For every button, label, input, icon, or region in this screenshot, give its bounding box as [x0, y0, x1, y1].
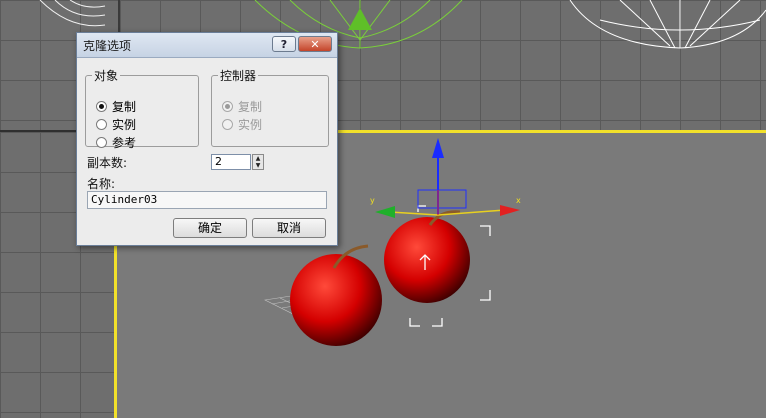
radio-instance-label: 实例 [112, 117, 137, 132]
object-group: 对象 复制 实例 参考 [85, 67, 199, 150]
transform-gizmo-icon[interactable]: x y [370, 138, 521, 218]
clone-options-dialog: 克隆选项 ? ✕ 对象 复制 实例 参考 控制器 复制 实例 副本数: 2 ▲ [76, 32, 338, 246]
radio-controller-copy: 复制 [222, 98, 262, 114]
radio-controller-instance: 实例 [222, 116, 262, 132]
ok-button[interactable]: 确定 [173, 218, 247, 238]
radio-reference[interactable]: 参考 [96, 134, 136, 150]
radio-copy[interactable]: 复制 [96, 98, 136, 114]
radio-copy-label: 复制 [112, 99, 137, 114]
controller-group-legend: 控制器 [220, 69, 257, 83]
wireframe-sphere-white [569, 0, 766, 49]
copies-spinner-input[interactable]: 2 [211, 154, 251, 170]
dialog-titlebar[interactable]: 克隆选项 ? ✕ [77, 33, 337, 58]
copies-label: 副本数: [87, 156, 128, 170]
radio-controller-instance-indicator [222, 118, 233, 130]
axis-y-label: y [370, 196, 375, 205]
name-input[interactable]: Cylinder03 [87, 191, 327, 209]
wireframe-top-left [39, 0, 106, 27]
spinner-down-icon[interactable]: ▼ [253, 162, 263, 169]
spinner-up-icon[interactable]: ▲ [253, 155, 263, 162]
radio-reference-label: 参考 [112, 135, 137, 150]
radio-instance[interactable]: 实例 [96, 116, 136, 132]
controller-group: 控制器 复制 实例 [211, 67, 329, 147]
close-button[interactable]: ✕ [298, 36, 332, 52]
radio-reference-indicator[interactable] [96, 136, 107, 148]
object-group-legend: 对象 [94, 69, 119, 83]
name-label: 名称: [87, 177, 116, 191]
axis-x-label: x [516, 196, 521, 205]
cancel-button[interactable]: 取消 [252, 218, 326, 238]
radio-controller-copy-indicator [222, 100, 233, 112]
radio-copy-indicator[interactable] [96, 100, 107, 112]
dialog-title: 克隆选项 [83, 39, 132, 53]
radio-controller-instance-label: 实例 [238, 117, 263, 132]
copies-spinner-buttons[interactable]: ▲ ▼ [252, 154, 264, 170]
radio-instance-indicator[interactable] [96, 118, 107, 130]
help-button[interactable]: ? [272, 36, 296, 52]
radio-controller-copy-label: 复制 [238, 99, 263, 114]
cherry-front [290, 244, 382, 346]
